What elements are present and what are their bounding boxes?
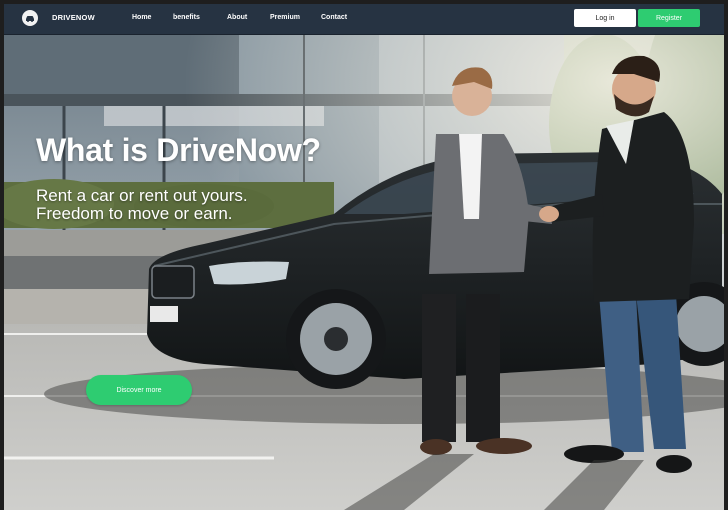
hero-tagline-line1: Rent a car or rent out yours. (36, 186, 248, 205)
nav-link-premium[interactable]: Premium (270, 14, 300, 21)
login-button[interactable]: Log in (574, 9, 636, 27)
hero-headline: What is DriveNow? (36, 132, 321, 168)
nav-link-home[interactable]: Home (132, 14, 151, 21)
car-logo-icon[interactable] (22, 10, 38, 26)
brand-name[interactable]: DRIVENOW (52, 13, 95, 22)
hero-background-photo (4, 34, 724, 510)
hero-tagline-line2: Freedom to move or earn. (36, 204, 233, 223)
top-navbar: DRIVENOW Home benefits About Premium Con… (4, 4, 724, 35)
nav-link-contact[interactable]: Contact (321, 14, 347, 21)
discover-more-button[interactable]: Discover more (86, 375, 192, 405)
page-frame: DRIVENOW Home benefits About Premium Con… (4, 4, 724, 510)
hero-section: What is DriveNow? Rent a car or rent out… (4, 34, 724, 510)
register-button[interactable]: Register (638, 9, 700, 27)
nav-link-about[interactable]: About (227, 14, 247, 21)
nav-link-benefits[interactable]: benefits (173, 14, 200, 21)
